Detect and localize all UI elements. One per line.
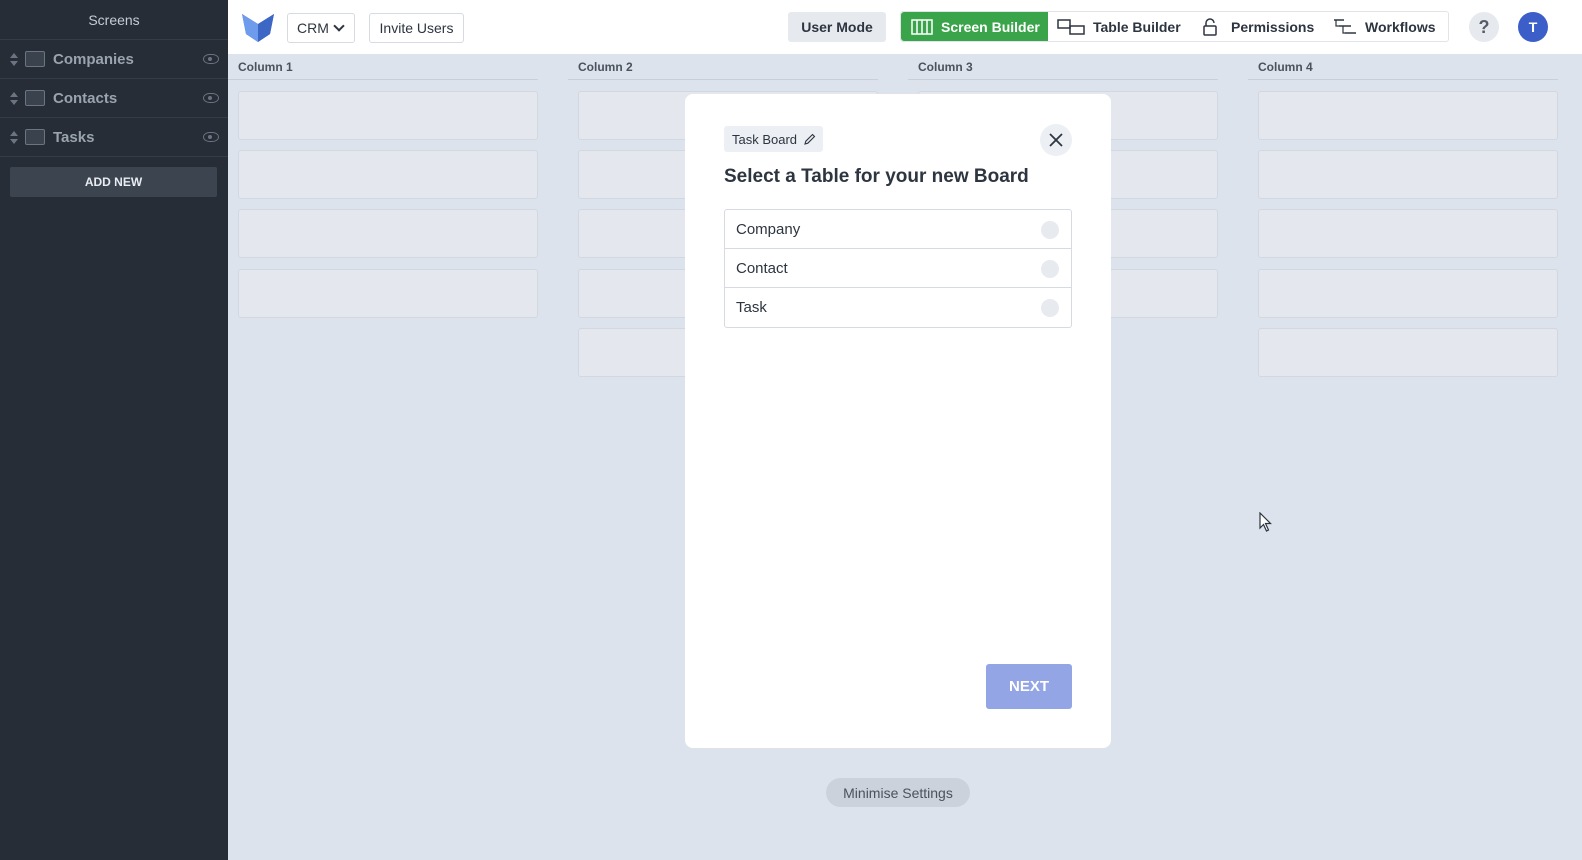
- sidebar-title: Screens: [0, 0, 228, 40]
- new-board-modal: Task Board Select a Table for your new B…: [685, 94, 1111, 748]
- table-option-contact[interactable]: Contact: [725, 249, 1071, 288]
- pencil-icon[interactable]: [804, 133, 816, 145]
- radio-button[interactable]: [1041, 221, 1059, 239]
- chevron-down-icon: [333, 20, 345, 32]
- placeholder-card: [238, 209, 538, 258]
- column-header: Column 4: [1248, 54, 1558, 80]
- sidebar-item-label: Contacts: [53, 89, 118, 107]
- board-column: Column 4: [1248, 54, 1558, 377]
- board-column: Column 1: [228, 54, 538, 318]
- board-column: Column 2: [568, 54, 878, 377]
- screen-thumbnail-icon: [25, 51, 45, 67]
- sidebar-item-label: Companies: [53, 50, 134, 68]
- drag-handle-icon[interactable]: [9, 91, 19, 105]
- modal-title: Select a Table for your new Board: [724, 166, 1029, 187]
- drag-handle-icon[interactable]: [9, 130, 19, 144]
- table-option-task[interactable]: Task: [725, 288, 1071, 327]
- placeholder-card: [238, 150, 538, 199]
- radio-button[interactable]: [1041, 260, 1059, 278]
- eye-icon[interactable]: [203, 54, 219, 64]
- table-builder-icon: [1057, 18, 1085, 35]
- app-selector-dropdown[interactable]: CRM: [287, 13, 355, 43]
- eye-icon[interactable]: [203, 132, 219, 142]
- close-button[interactable]: [1040, 124, 1072, 156]
- screen-thumbnail-icon: [25, 129, 45, 145]
- board-name: Task Board: [732, 131, 798, 147]
- option-label: Task: [736, 299, 767, 316]
- option-label: Contact: [736, 259, 788, 277]
- drag-handle-icon[interactable]: [9, 52, 19, 66]
- sidebar-item-label: Tasks: [53, 128, 95, 146]
- close-icon: [1049, 133, 1063, 147]
- next-button[interactable]: NEXT: [986, 664, 1072, 709]
- tab-permissions[interactable]: Permissions: [1203, 12, 1323, 41]
- table-option-company[interactable]: Company: [725, 210, 1071, 249]
- placeholder-card: [238, 91, 538, 140]
- placeholder-card: [238, 269, 538, 318]
- column-header: Column 1: [228, 54, 538, 80]
- lock-icon: [1203, 17, 1217, 36]
- table-options-list: Company Contact Task: [724, 209, 1072, 328]
- columns-icon: [911, 18, 933, 35]
- invite-users-button[interactable]: Invite Users: [369, 13, 464, 43]
- tab-screen-builder[interactable]: Screen Builder: [901, 12, 1048, 41]
- placeholder-card: [1258, 209, 1558, 258]
- tab-workflows[interactable]: Workflows: [1333, 12, 1445, 41]
- tab-table-builder[interactable]: Table Builder: [1057, 12, 1187, 41]
- tab-label: Workflows: [1365, 18, 1436, 35]
- sidebar-item-tasks[interactable]: Tasks: [0, 118, 228, 157]
- eye-icon[interactable]: [203, 93, 219, 103]
- minimise-settings-button[interactable]: Minimise Settings: [826, 778, 970, 807]
- placeholder-card: [1258, 91, 1558, 140]
- radio-button[interactable]: [1041, 299, 1059, 317]
- tab-label: Permissions: [1231, 18, 1315, 35]
- help-button[interactable]: ?: [1469, 12, 1499, 42]
- workflow-icon: [1334, 18, 1356, 34]
- mouse-cursor-icon: [1259, 512, 1272, 532]
- top-bar: CRM Invite Users User Mode Screen Builde…: [228, 0, 1582, 54]
- board-name-chip[interactable]: Task Board: [724, 126, 824, 152]
- screen-thumbnail-icon: [25, 90, 45, 106]
- board-column: Column 3: [908, 54, 1218, 318]
- add-new-screen-button[interactable]: ADD NEW: [10, 167, 217, 197]
- placeholder-card: [1258, 150, 1558, 199]
- option-label: Company: [736, 220, 801, 238]
- avatar[interactable]: T: [1518, 12, 1548, 42]
- sidebar-item-contacts[interactable]: Contacts: [0, 79, 228, 118]
- user-mode-button[interactable]: User Mode: [788, 12, 886, 42]
- tab-label: Screen Builder: [941, 18, 1040, 35]
- placeholder-card: [1258, 328, 1558, 377]
- column-header: Column 2: [568, 54, 878, 80]
- builder-nav: Screen Builder Table Builder Permissions: [900, 11, 1449, 42]
- app-logo-icon[interactable]: [242, 12, 274, 42]
- app-selector-value: CRM: [297, 20, 329, 36]
- tab-label: Table Builder: [1093, 18, 1181, 35]
- placeholder-card: [1258, 269, 1558, 318]
- sidebar-item-companies[interactable]: Companies: [0, 40, 228, 79]
- screens-sidebar: Screens Companies Contacts Tasks ADD NEW: [0, 0, 228, 860]
- column-header: Column 3: [908, 54, 1218, 80]
